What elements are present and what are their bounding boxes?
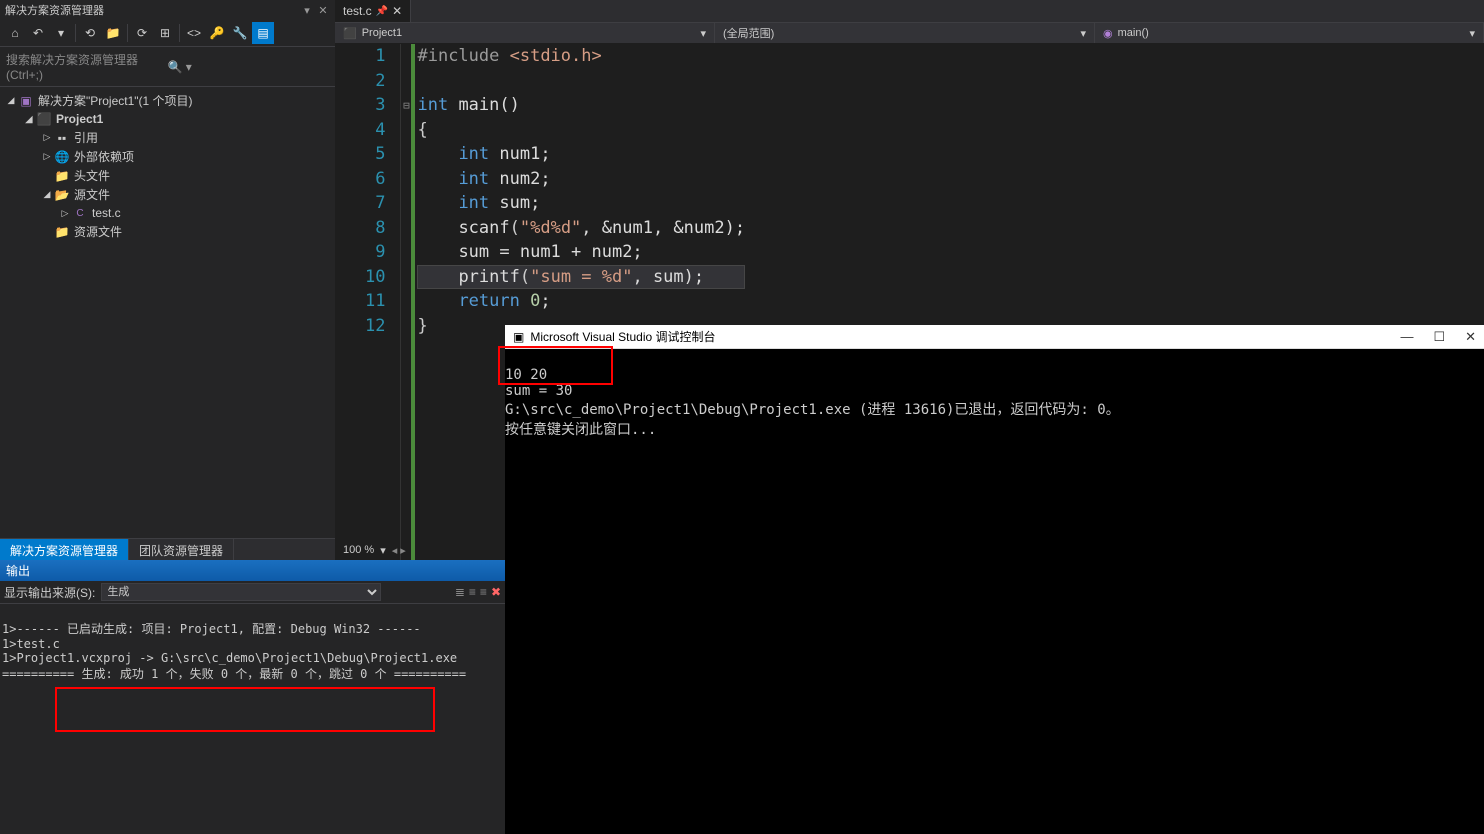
fold-column[interactable]: ⊟	[401, 44, 415, 560]
output-toolbar: 显示输出来源(S): 生成 ≣ ≡ ≡ ✖	[0, 581, 505, 604]
output-source-dropdown[interactable]: 生成	[101, 583, 381, 601]
output-text[interactable]: 1>------ 已启动生成: 项目: Project1, 配置: Debug …	[0, 604, 505, 834]
nav-func-dropdown[interactable]: ◉ main() ▾	[1095, 23, 1484, 43]
project-icon: ⬛	[36, 111, 52, 127]
panel-title: 解决方案资源管理器	[5, 2, 104, 18]
nav-bar: ⬛ Project1 ▾ (全局范围) ▾ ◉ main() ▾	[335, 22, 1484, 44]
minimize-icon[interactable]: —	[1400, 329, 1413, 345]
back-icon[interactable]: ↶	[27, 22, 49, 44]
resources-node[interactable]: 📁 资源文件	[0, 222, 335, 241]
output-icon1[interactable]: ≣	[455, 585, 465, 599]
external-deps-node[interactable]: ▷ 🌐 外部依赖项	[0, 147, 335, 166]
c-file-icon: C	[72, 205, 88, 221]
nav-scope-dropdown[interactable]: (全局范围) ▾	[715, 23, 1095, 43]
solution-node[interactable]: ◢ ▣ 解决方案"Project1"(1 个项目)	[0, 91, 335, 110]
showall-icon[interactable]: 📁	[102, 22, 124, 44]
solution-tree: ◢ ▣ 解决方案"Project1"(1 个项目) ◢ ⬛ Project1 ▷…	[0, 87, 335, 560]
func-icon: ◉	[1103, 27, 1113, 40]
explorer-toolbar: ⌂ ↶ ▾ ⟲ 📁 ⟳ ⊞ <> 🔑 🔧 ▤	[0, 20, 335, 47]
folder-icon: 📁	[54, 168, 70, 184]
nav-project-dropdown[interactable]: ⬛ Project1 ▾	[335, 23, 715, 43]
view-icon[interactable]: ▤	[252, 22, 274, 44]
debug-console-window: ▣ Microsoft Visual Studio 调试控制台 — ☐ ✕ 10…	[505, 325, 1484, 834]
output-panel: 输出 显示输出来源(S): 生成 ≣ ≡ ≡ ✖ 1>------ 已启动生成:…	[0, 560, 505, 834]
headers-node[interactable]: 📁 头文件	[0, 166, 335, 185]
file-tabs: test.c 📌 ✕	[335, 0, 1484, 22]
console-icon: ▣	[513, 330, 524, 344]
external-icon: 🌐	[54, 149, 70, 165]
highlight-box	[55, 687, 435, 732]
line-gutter: 123456789101112	[335, 44, 401, 560]
zoom-bar: 100 % ▾ ◂ ▸	[335, 540, 406, 560]
solution-explorer-panel: 解决方案资源管理器 ▾ ✕ ⌂ ↶ ▾ ⟲ 📁 ⟳ ⊞ <> 🔑 🔧 ▤ 搜索解…	[0, 0, 335, 560]
output-title: 输出	[0, 560, 505, 581]
zoom-dropdown-icon[interactable]: ▾	[380, 544, 386, 557]
console-titlebar[interactable]: ▣ Microsoft Visual Studio 调试控制台 — ☐ ✕	[505, 325, 1484, 349]
sources-node[interactable]: ◢ 📂 源文件	[0, 185, 335, 204]
folder-icon: 📁	[54, 224, 70, 240]
references-node[interactable]: ▷ ▪▪ 引用	[0, 128, 335, 147]
output-icon3[interactable]: ≡	[480, 585, 487, 599]
dropdown-icon[interactable]: ▾	[300, 3, 314, 17]
explorer-bottom-tabs: 解决方案资源管理器 团队资源管理器	[0, 538, 335, 562]
output-clear-icon[interactable]: ✖	[491, 585, 501, 599]
folder-icon: 📂	[54, 187, 70, 203]
zoom-value[interactable]: 100 %	[343, 544, 374, 556]
search-icon: 🔍 ▾	[168, 60, 330, 74]
source-file-node[interactable]: ▷ C test.c	[0, 204, 335, 222]
search-placeholder: 搜索解决方案资源管理器(Ctrl+;)	[6, 51, 168, 82]
project-icon: ⬛	[343, 27, 357, 40]
pin-icon[interactable]: 📌	[376, 6, 388, 17]
home-icon[interactable]: ⌂	[4, 22, 26, 44]
solution-icon: ▣	[18, 93, 34, 109]
output-icon2[interactable]: ≡	[469, 585, 476, 599]
close-icon[interactable]: ✕	[316, 3, 330, 17]
highlight-box	[498, 346, 613, 385]
maximize-icon[interactable]: ☐	[1433, 329, 1445, 345]
tab-team-explorer[interactable]: 团队资源管理器	[129, 539, 234, 562]
console-body[interactable]: 10 20 sum = 30 G:\src\c_demo\Project1\De…	[505, 349, 1484, 834]
close-icon[interactable]: ✕	[1465, 329, 1476, 345]
wrench-icon[interactable]: 🔧	[229, 22, 251, 44]
code-icon[interactable]: <>	[183, 22, 205, 44]
file-tab-test-c[interactable]: test.c 📌 ✕	[335, 0, 411, 22]
sync-icon[interactable]: ⟲	[79, 22, 101, 44]
console-title: Microsoft Visual Studio 调试控制台	[530, 328, 715, 345]
source-label: 显示输出来源(S):	[4, 584, 95, 601]
properties-icon[interactable]: 🔑	[206, 22, 228, 44]
project-node[interactable]: ◢ ⬛ Project1	[0, 110, 335, 128]
collapse-icon[interactable]: ⊞	[154, 22, 176, 44]
panel-title-bar: 解决方案资源管理器 ▾ ✕	[0, 0, 335, 20]
refresh-icon[interactable]: ⟳	[131, 22, 153, 44]
refs-icon: ▪▪	[54, 130, 70, 146]
search-box[interactable]: 搜索解决方案资源管理器(Ctrl+;) 🔍 ▾	[0, 47, 335, 87]
tab-solution-explorer[interactable]: 解决方案资源管理器	[0, 539, 129, 562]
close-icon[interactable]: ✕	[392, 4, 402, 18]
forward-icon[interactable]: ▾	[50, 22, 72, 44]
